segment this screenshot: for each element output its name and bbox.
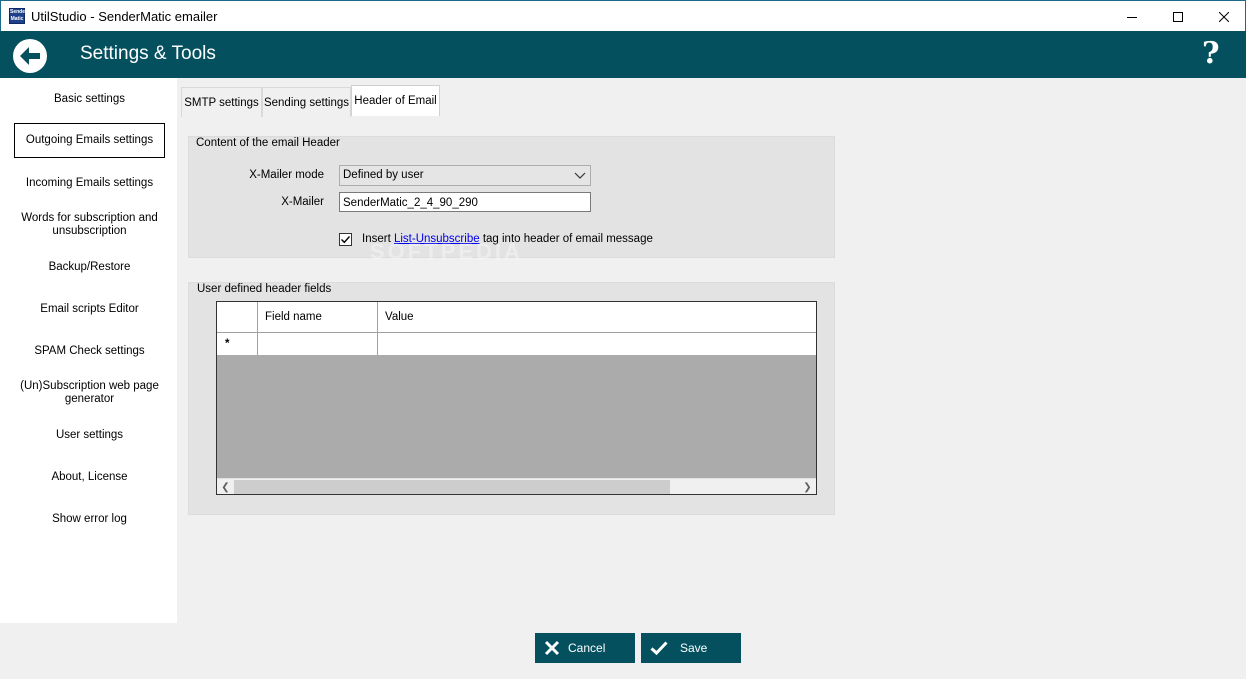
sidebar-item-incoming-emails[interactable]: Incoming Emails settings	[14, 172, 165, 194]
xmailer-mode-value: Defined by user	[343, 169, 424, 181]
scroll-left-icon[interactable]: ❮	[217, 479, 234, 494]
window-titlebar: Sender Matic UtilStudio - SenderMatic em…	[0, 0, 1246, 31]
close-icon	[1219, 11, 1229, 22]
minimize-icon	[1127, 16, 1137, 18]
scroll-right-icon[interactable]: ❯	[799, 479, 816, 494]
minimize-button[interactable]	[1109, 1, 1155, 32]
email-header-group-label: Content of the email Header	[196, 137, 340, 149]
tab-header-of-email[interactable]: Header of Email	[351, 85, 440, 116]
column-header-value[interactable]: Value	[378, 302, 816, 332]
tab-smtp-settings[interactable]: SMTP settings	[181, 87, 262, 117]
sidebar-item-backup-restore[interactable]: Backup/Restore	[14, 256, 165, 278]
sidebar-item-subscription-page-generator[interactable]: (Un)Subscription web page generator	[14, 377, 165, 409]
user-fields-group-label: User defined header fields	[197, 283, 332, 295]
save-label: Save	[680, 641, 708, 655]
close-icon	[544, 640, 560, 656]
sidebar-item-basic-settings[interactable]: Basic settings	[14, 88, 165, 110]
xmailer-label: X-Mailer	[281, 196, 324, 208]
window-title: UtilStudio - SenderMatic emailer	[31, 9, 218, 24]
cancel-label: Cancel	[568, 641, 606, 655]
xmailer-mode-select[interactable]: Defined by user	[339, 165, 591, 186]
sidebar-item-error-log[interactable]: Show error log	[14, 508, 165, 530]
list-unsubscribe-checkbox[interactable]	[339, 233, 352, 246]
new-row-marker: *	[217, 333, 258, 355]
chevron-down-icon	[574, 172, 586, 179]
checkmark-icon	[341, 236, 351, 244]
scrollbar-thumb[interactable]	[234, 480, 670, 494]
close-button[interactable]	[1201, 1, 1246, 32]
sidebar-item-outgoing-emails[interactable]: Outgoing Emails settings	[14, 123, 165, 158]
sidebar-item-spam-check[interactable]: SPAM Check settings	[14, 340, 165, 362]
table-row[interactable]: *	[217, 333, 816, 355]
app-logo-icon: Sender Matic	[9, 8, 27, 24]
column-header-field-name[interactable]: Field name	[258, 302, 378, 332]
sidebar-item-about-license[interactable]: About, License	[14, 466, 165, 488]
app-logo-text-bottom: Matic	[10, 16, 24, 22]
sidebar-item-subscription-words[interactable]: Words for subscription and unsubscriptio…	[14, 209, 165, 241]
checkmark-icon	[650, 641, 668, 656]
watermark-text: SOFTPEDIA	[370, 239, 523, 264]
field-name-cell[interactable]	[258, 333, 378, 355]
header-fields-grid[interactable]: Field name Value * ❮ ❯	[216, 301, 817, 495]
grid-header-row: Field name Value	[217, 302, 816, 333]
value-cell[interactable]	[378, 333, 816, 355]
horizontal-scrollbar[interactable]: ❮ ❯	[217, 478, 816, 494]
tab-sending-settings[interactable]: Sending settings	[262, 87, 351, 117]
cancel-button[interactable]: Cancel	[535, 633, 635, 663]
save-button[interactable]: Save	[641, 633, 741, 663]
maximize-button[interactable]	[1155, 1, 1201, 32]
app-logo-text-top: Sender	[10, 9, 27, 15]
page-title: Settings & Tools	[80, 43, 216, 64]
arrow-left-icon	[20, 47, 40, 65]
help-button[interactable]: ?	[1202, 36, 1220, 71]
maximize-icon	[1173, 11, 1183, 22]
grid-row-header-cell	[217, 302, 258, 332]
xmailer-mode-label: X-Mailer mode	[249, 169, 324, 181]
back-button[interactable]	[13, 39, 47, 73]
sidebar-item-user-settings[interactable]: User settings	[14, 424, 165, 446]
settings-header: Settings & Tools ?	[0, 31, 1246, 78]
sidebar-item-email-scripts[interactable]: Email scripts Editor	[14, 298, 165, 320]
xmailer-input[interactable]	[339, 192, 591, 212]
